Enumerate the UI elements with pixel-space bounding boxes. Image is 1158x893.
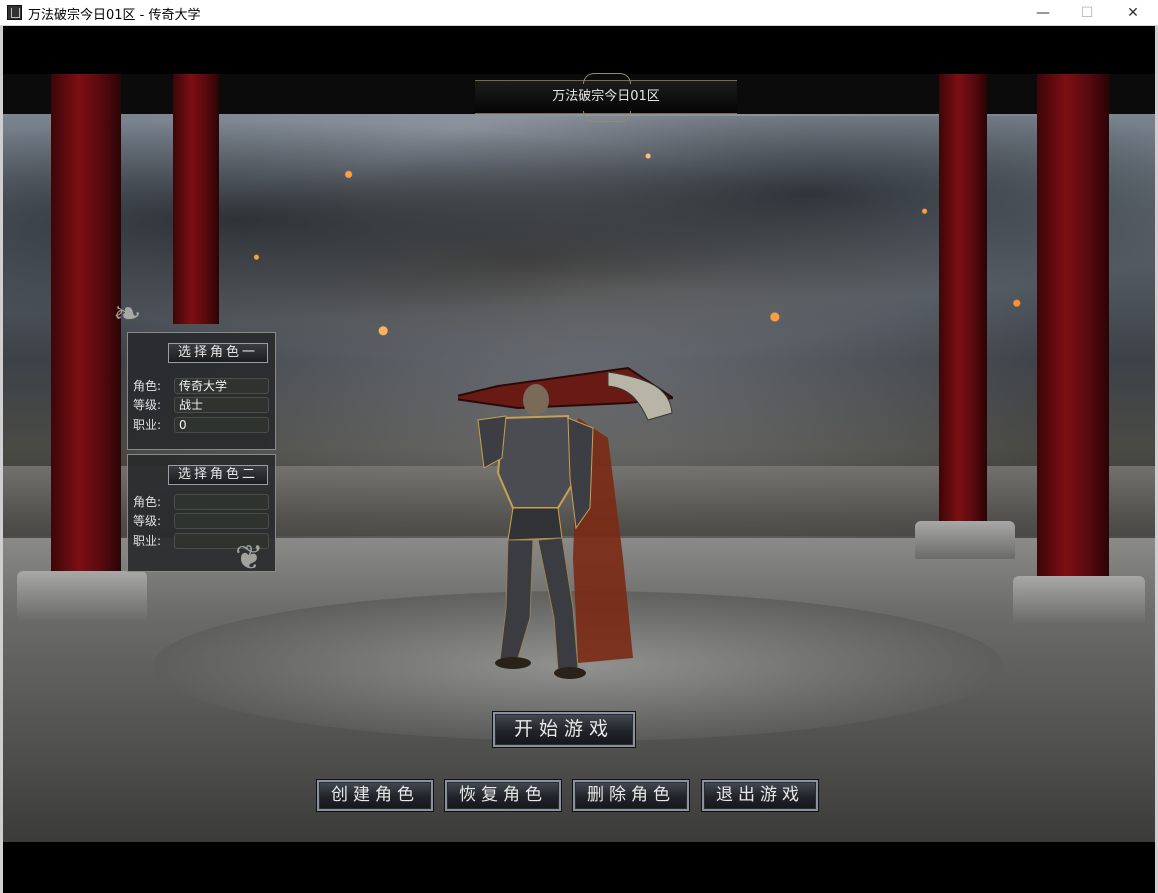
field-label: 角色: — [133, 495, 162, 509]
app-icon — [7, 5, 22, 20]
character-class-row: 职业: 0 — [133, 416, 269, 434]
character-level-value: 战士 — [174, 397, 269, 413]
select-character-1-button[interactable]: 选择角色一 — [168, 343, 268, 363]
start-game-button[interactable]: 开始游戏 — [493, 712, 635, 747]
pillar-base-left — [17, 571, 147, 621]
character-name-value — [174, 494, 269, 510]
field-label: 职业: — [133, 534, 162, 548]
pillar-left-front — [51, 74, 121, 574]
banner-ornament-bottom — [583, 111, 631, 122]
close-icon[interactable]: ✕ — [1110, 0, 1156, 26]
character-level-row: 等级: — [133, 512, 269, 530]
character-name-value: 传奇大学 — [174, 378, 269, 394]
create-character-button[interactable]: 创建角色 — [317, 780, 433, 811]
restore-character-button[interactable]: 恢复角色 — [445, 780, 561, 811]
field-label: 等级: — [133, 514, 162, 528]
window-title: 万法破宗今日01区 - 传奇大学 — [28, 8, 201, 23]
character-name-row: 角色: — [133, 493, 269, 511]
character-level-row: 等级: 战士 — [133, 396, 269, 414]
pillar-left-back — [173, 74, 219, 324]
pillar-right-back — [939, 74, 987, 524]
pillar-base-right — [1013, 576, 1145, 624]
banner-ornament-top — [583, 73, 631, 84]
dragon-ornament-icon: ❧ — [113, 294, 142, 334]
exit-game-button[interactable]: 退出游戏 — [702, 780, 818, 811]
maximize-icon[interactable]: ☐ — [1064, 0, 1110, 26]
pillar-base-right-back — [915, 521, 1015, 559]
dragon-ornament-icon: ❦ — [235, 538, 264, 578]
character-slot-1: 选择角色一 角色: 传奇大学 等级: 战士 职业: 0 — [127, 332, 276, 450]
field-label: 角色: — [133, 379, 162, 393]
pillar-right-front — [1037, 74, 1109, 579]
character-class-value: 0 — [174, 417, 269, 433]
server-banner: 万法破宗今日01区 — [475, 73, 737, 122]
field-label: 等级: — [133, 398, 162, 412]
window-titlebar[interactable]: 万法破宗今日01区 - 传奇大学 — ☐ ✕ — [0, 0, 1158, 26]
server-name: 万法破宗今日01区 — [552, 89, 660, 104]
character-name-row: 角色: 传奇大学 — [133, 377, 269, 395]
field-label: 职业: — [133, 418, 162, 432]
warrior-character-model — [458, 366, 673, 679]
select-character-2-button[interactable]: 选择角色二 — [168, 465, 268, 485]
delete-character-button[interactable]: 删除角色 — [573, 780, 689, 811]
character-level-value — [174, 513, 269, 529]
game-scene: 万法破宗今日01区 选择角色一 角色: 传奇大学 等级: 战士 职业: 0 ❧ … — [3, 26, 1155, 893]
minimize-icon[interactable]: — — [1020, 0, 1066, 26]
